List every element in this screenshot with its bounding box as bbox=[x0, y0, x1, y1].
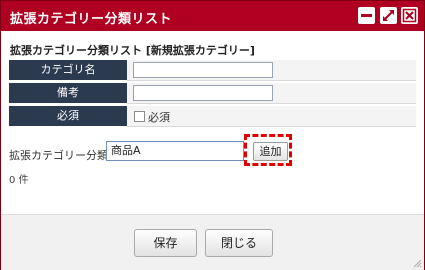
category-name-label: カテゴリ名 bbox=[9, 60, 127, 80]
minimize-button[interactable] bbox=[358, 7, 375, 24]
save-button[interactable]: 保存 bbox=[134, 229, 197, 257]
title-bar[interactable]: 拡張カテゴリー分類リスト bbox=[1, 1, 424, 31]
add-button[interactable]: 追加 bbox=[253, 142, 288, 161]
required-checkbox[interactable] bbox=[134, 111, 145, 122]
dialog-window: 拡張カテゴリー分類リスト 拡張カテゴリー分類リスト [新規拡張カテゴリー] カテ… bbox=[0, 0, 425, 270]
notes-cell bbox=[127, 83, 416, 104]
notes-input[interactable] bbox=[133, 85, 273, 101]
minimize-icon bbox=[361, 14, 372, 17]
category-type-label: 拡張カテゴリー分類 bbox=[9, 149, 108, 162]
maximize-button[interactable] bbox=[380, 7, 397, 24]
resize-grip-icon[interactable] bbox=[412, 258, 422, 268]
close-window-button[interactable] bbox=[401, 7, 418, 24]
result-count: 0 件 bbox=[9, 175, 29, 186]
required-label: 必須 bbox=[9, 106, 127, 126]
category-name-cell bbox=[127, 60, 416, 81]
dialog-footer: 保存 閉じる bbox=[1, 214, 424, 270]
window-title: 拡張カテゴリー分類リスト bbox=[10, 12, 173, 27]
category-name-input[interactable] bbox=[133, 62, 273, 78]
section-title: 拡張カテゴリー分類リスト [新規拡張カテゴリー] bbox=[10, 44, 255, 57]
form-row-category-name: カテゴリ名 bbox=[9, 60, 416, 81]
close-icon bbox=[402, 8, 417, 23]
notes-label: 備考 bbox=[9, 83, 127, 103]
required-cell: 必須 bbox=[127, 106, 416, 127]
maximize-icon bbox=[383, 10, 394, 21]
form-row-required: 必須 必須 bbox=[9, 106, 416, 127]
category-type-input[interactable]: 商品A bbox=[106, 141, 244, 161]
form-row-notes: 備考 bbox=[9, 83, 416, 104]
required-checkbox-label[interactable]: 必須 bbox=[148, 109, 170, 125]
close-button[interactable]: 閉じる bbox=[205, 229, 273, 257]
